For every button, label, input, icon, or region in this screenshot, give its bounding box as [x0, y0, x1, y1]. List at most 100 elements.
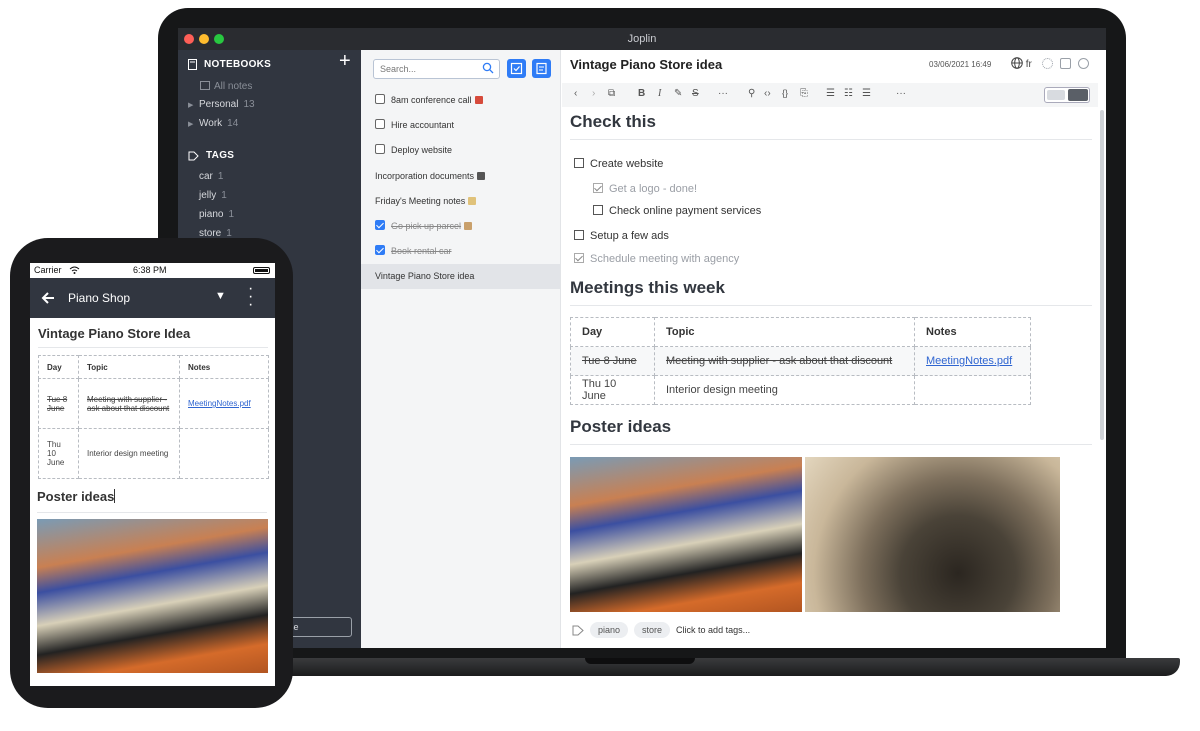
checklist-item[interactable]: Check online payment services [593, 205, 761, 217]
zoom-window-button[interactable] [214, 34, 224, 44]
add-notebook-button[interactable]: + [339, 50, 351, 72]
language-selector[interactable]: fr [1011, 57, 1032, 70]
table-header-row: Day Topic Notes [38, 355, 269, 379]
code-icon[interactable]: ‹› [764, 88, 771, 99]
todo-checkbox[interactable] [375, 144, 385, 154]
info-icon[interactable] [1078, 58, 1089, 69]
bullet-list-icon[interactable]: ☰ [826, 88, 835, 99]
more-icon[interactable]: ··· [718, 88, 728, 99]
checklist-item[interactable]: Get a logo - done! [593, 183, 697, 195]
attachment-link[interactable]: MeetingNotes.pdf [188, 399, 251, 408]
link-icon[interactable]: ⚲ [748, 88, 755, 99]
carrier-label: Carrier [34, 265, 62, 275]
note-list-item[interactable]: Hire accountant [361, 113, 560, 138]
highlight-icon[interactable]: ✎ [674, 88, 682, 99]
attachment-icon[interactable]: ⎘ [800, 88, 808, 99]
todo-checkbox[interactable] [375, 94, 385, 104]
external-edit-icon[interactable]: ⧉ [608, 88, 615, 99]
notebooks-header[interactable]: NOTEBOOKS [188, 59, 271, 70]
table-header: Day [38, 355, 79, 379]
tag-pill[interactable]: piano [590, 622, 629, 638]
table-header: Topic [654, 317, 915, 347]
todo-checkbox[interactable] [375, 119, 385, 129]
numbered-list-icon[interactable]: ☷ [844, 88, 853, 99]
checklist-item[interactable]: Create website [574, 158, 663, 170]
note-title-field[interactable]: Vintage Piano Store idea [570, 57, 722, 72]
checkbox[interactable] [574, 158, 584, 168]
checkbox[interactable] [574, 230, 584, 240]
checkbox[interactable] [593, 205, 603, 215]
tags-header[interactable]: TAGS [188, 150, 234, 161]
bold-icon[interactable]: B [638, 88, 645, 99]
note-list-item[interactable]: Go pick up parcel [361, 214, 560, 239]
back-icon[interactable]: ‹ [574, 88, 577, 99]
dropdown-icon[interactable]: ▼ [215, 290, 226, 302]
checklist-item[interactable]: Setup a few ads [574, 230, 669, 242]
notebook-count: 13 [243, 99, 255, 110]
close-window-button[interactable] [184, 34, 194, 44]
more-options-icon[interactable]: ··· [896, 88, 906, 99]
table-header: Topic [78, 355, 180, 379]
table-cell: Meeting with supplier - ask about that d… [654, 346, 915, 376]
note-list-item[interactable]: Friday's Meeting notes [361, 189, 560, 214]
more-vertical-icon[interactable]: · · · [248, 281, 253, 313]
new-note-button[interactable] [532, 59, 551, 78]
note-list-item-selected[interactable]: Vintage Piano Store idea [361, 264, 560, 289]
layout-icon[interactable] [1060, 58, 1071, 69]
editor-scrollbar[interactable] [1100, 110, 1104, 440]
sidebar-item-all-notes[interactable]: All notes [200, 81, 252, 92]
code-block-icon[interactable]: {} [782, 88, 788, 98]
checklist-item[interactable]: Schedule meeting with agency [574, 253, 739, 265]
table-cell: Interior design meeting [78, 428, 180, 479]
mobile-note-title[interactable]: Vintage Piano Store Idea [38, 326, 268, 348]
tag-count: 1 [228, 209, 235, 220]
battery-icon [253, 267, 270, 274]
checklist-label: Schedule meeting with agency [590, 253, 740, 265]
add-tags-link[interactable]: Click to add tags... [676, 625, 750, 635]
table-row: Tue 8 June Meeting with supplier - ask a… [38, 378, 269, 429]
todo-checkbox[interactable] [375, 220, 385, 230]
tag-pill[interactable]: store [634, 622, 671, 638]
spellcheck-icon[interactable] [1042, 58, 1053, 69]
todo-checkbox[interactable] [375, 245, 385, 255]
table-cell: Meeting with supplier - ask about that d… [78, 378, 180, 429]
checkbox[interactable] [593, 183, 603, 193]
expand-work-icon[interactable]: ▶ [188, 120, 193, 128]
back-arrow-icon[interactable] [40, 290, 56, 306]
note-date: 03/06/2021 16:49 [929, 60, 992, 69]
toggle-editor-view[interactable] [1044, 87, 1090, 103]
minimize-window-button[interactable] [199, 34, 209, 44]
search-input[interactable]: Search... [373, 59, 500, 79]
italic-icon[interactable]: I [658, 88, 661, 99]
table-cell: MeetingNotes.pdf [179, 378, 269, 429]
sidebar-tag-piano[interactable]: piano 1 [199, 209, 234, 220]
sidebar-item-work[interactable]: Work 14 [199, 118, 238, 129]
expand-personal-icon[interactable]: ▶ [188, 101, 193, 109]
attachment-link[interactable]: MeetingNotes.pdf [926, 355, 1012, 367]
mobile-piano-photo [37, 519, 268, 673]
note-list-item[interactable]: Book rental car [361, 239, 560, 264]
turntable-photo [805, 457, 1060, 612]
forward-icon[interactable]: › [592, 88, 595, 99]
note-list-item[interactable]: 8am conference call [361, 88, 560, 113]
search-placeholder: Search... [380, 64, 417, 74]
note-list-item[interactable]: Deploy website [361, 138, 560, 163]
table-header: Notes [179, 355, 269, 379]
note-title: Hire accountant [391, 120, 455, 130]
strikethrough-icon[interactable]: S [692, 88, 699, 99]
editor-toolbar: ‹ › ⧉ B I ✎ S ··· ⚲ ‹› {} ⎘ ☰ ☷ ☰ ··· [562, 83, 1098, 107]
sidebar-tag-car[interactable]: car 1 [199, 171, 223, 182]
checkbox[interactable] [574, 253, 584, 263]
checklist-icon[interactable]: ☰ [862, 88, 871, 99]
sidebar-item-personal[interactable]: Personal 13 [199, 99, 255, 110]
all-notes-label: All notes [214, 81, 253, 92]
search-icon[interactable] [482, 62, 494, 74]
all-notes-icon [200, 81, 210, 90]
sidebar-tag-jelly[interactable]: jelly 1 [199, 190, 227, 201]
mobile-heading-poster-ideas[interactable]: Poster ideas [37, 489, 267, 513]
tag-count: 1 [217, 171, 224, 182]
note-list-item[interactable]: Incorporation documents [361, 164, 560, 189]
new-todo-button[interactable] [507, 59, 526, 78]
table-cell: Thu 10 June [570, 375, 655, 405]
note-title: Deploy website [391, 145, 453, 155]
